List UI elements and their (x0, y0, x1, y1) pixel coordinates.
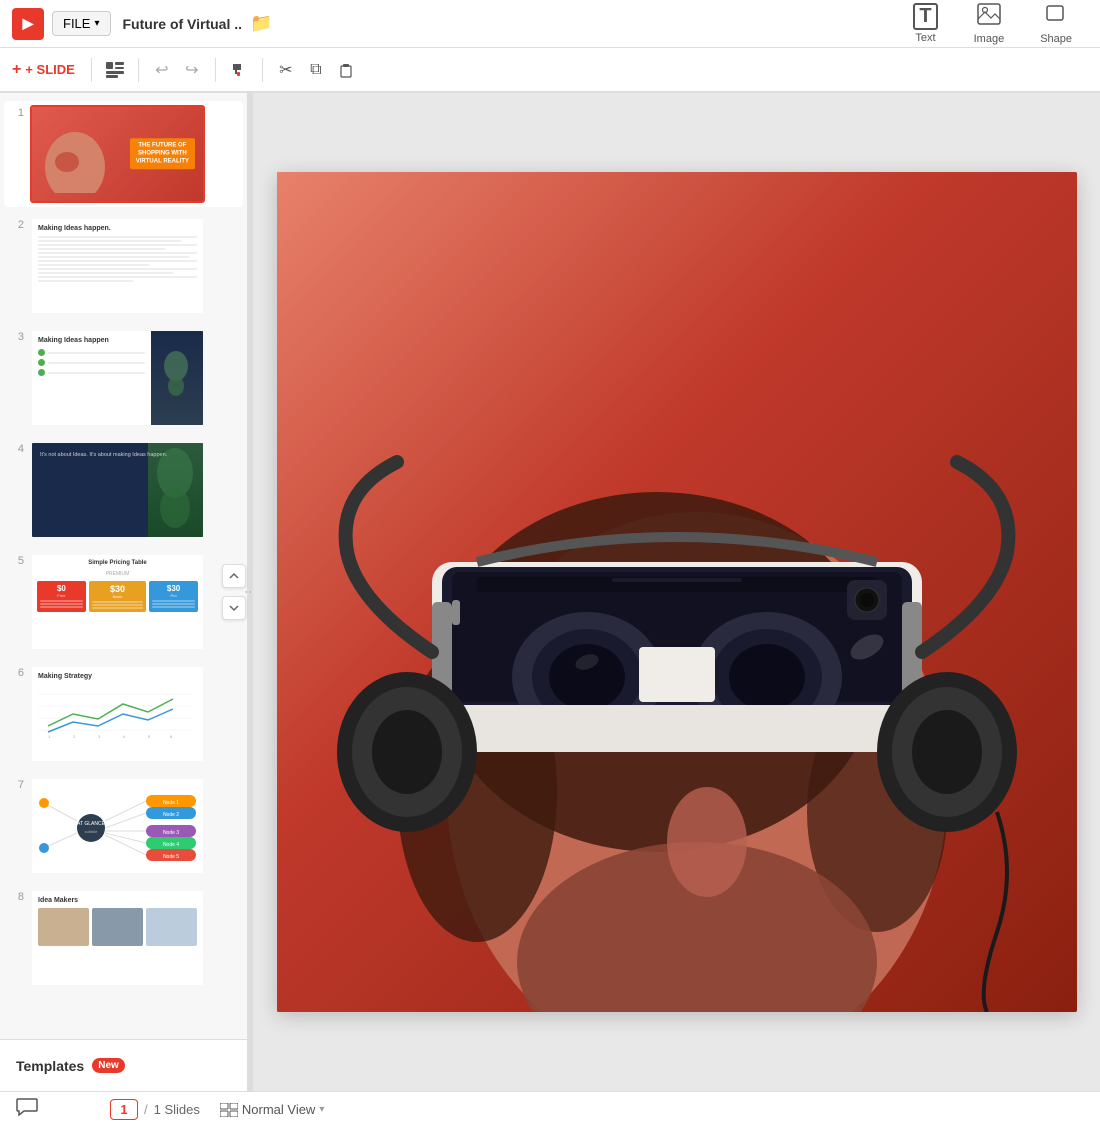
add-slide-button[interactable]: + + SLIDE (12, 61, 75, 79)
slide-item[interactable]: 8 Idea Makers (4, 885, 243, 991)
svg-text:5: 5 (148, 734, 151, 739)
slide-thumbnail: Idea Makers (30, 889, 205, 987)
new-badge: New (92, 1058, 125, 1073)
slide-item[interactable]: 2 Making Ideas happen. (4, 213, 243, 319)
page-indicator: 1 / 1 Slides (110, 1099, 200, 1120)
app-icon: ▶ (12, 8, 44, 40)
chat-button[interactable] (16, 1097, 38, 1122)
slide-number: 7 (8, 777, 24, 791)
folder-icon[interactable]: 📁 (250, 13, 272, 34)
shape-tool-button[interactable]: Shape (1024, 0, 1088, 51)
slide-item[interactable]: 5 Simple Pricing Table PREMIUM $0 Free (4, 549, 243, 655)
templates-button[interactable]: Templates New (0, 1039, 247, 1091)
slide-number: 5 (8, 553, 24, 567)
svg-text:3: 3 (98, 734, 101, 739)
image-tool-button[interactable]: Image (958, 0, 1021, 51)
canvas-area (253, 93, 1100, 1091)
plus-icon: + (12, 61, 21, 79)
normal-view-button[interactable]: Normal View ▾ (212, 1099, 332, 1120)
slide-item[interactable]: 4 It's not about Ideas. It's about makin… (4, 437, 243, 543)
normal-view-label: Normal View (242, 1102, 315, 1117)
shape-icon (1044, 3, 1068, 31)
layout-button[interactable] (100, 55, 130, 85)
panel-expand-top-button[interactable] (222, 564, 246, 588)
slide-thumbnail: Making Strategy 1 (30, 665, 205, 763)
svg-text:1: 1 (48, 734, 51, 739)
slide-panel: 1 THE FUTURE OFSHOPPING WITHVIRTUAL REAL… (0, 93, 248, 1091)
svg-text:Node 2: Node 2 (163, 812, 179, 818)
slide-number: 8 (8, 889, 24, 903)
slide-number: 1 (8, 105, 24, 119)
slide-number: 6 (8, 665, 24, 679)
status-bar: 1 / 1 Slides Normal View ▾ (0, 1091, 1100, 1127)
text-tool-label: Text (915, 32, 935, 44)
slide-item[interactable]: 7 AT GLANCE subtitle (4, 773, 243, 879)
image-tool-label: Image (974, 33, 1005, 45)
undo-button[interactable]: ↩ (147, 55, 177, 85)
svg-text:2: 2 (73, 734, 76, 739)
svg-text:Node 5: Node 5 (163, 854, 179, 860)
text-icon: T (913, 3, 937, 30)
main-slide[interactable] (277, 172, 1077, 1012)
slide-number: 4 (8, 441, 24, 455)
current-page[interactable]: 1 (110, 1099, 138, 1120)
file-button[interactable]: FILE ▾ (52, 11, 111, 36)
slide-thumbnail: Making Ideas happen (30, 329, 205, 427)
paint-format-button[interactable] (224, 55, 254, 85)
slide-item[interactable]: 6 Making Strategy (4, 661, 243, 767)
chevron-down-icon: ▾ (94, 18, 99, 29)
slide-thumbnail: Making Ideas happen. (30, 217, 205, 315)
normal-view-chevron: ▾ (319, 1104, 324, 1115)
svg-text:subtitle: subtitle (85, 829, 98, 834)
svg-text:4: 4 (123, 734, 126, 739)
slide-number: 3 (8, 329, 24, 343)
slide1-text: THE FUTURE OFSHOPPING WITHVIRTUAL REALIT… (130, 138, 195, 169)
cut-button[interactable]: ✂ (271, 55, 301, 85)
svg-text:Node 4: Node 4 (163, 842, 179, 848)
templates-label: Templates (16, 1058, 84, 1074)
copy-button[interactable]: ⧉ (301, 55, 331, 85)
panel-expand-bottom-button[interactable] (222, 596, 246, 620)
image-icon (977, 3, 1001, 31)
slides-list: 1 THE FUTURE OFSHOPPING WITHVIRTUAL REAL… (0, 93, 247, 1039)
slide-count: 1 Slides (154, 1102, 200, 1117)
slide-thumbnail: AT GLANCE subtitle Node 1 (30, 777, 205, 875)
document-title: Future of Virtual .. (123, 16, 243, 32)
slide-number: 2 (8, 217, 24, 231)
slide-thumbnail: It's not about Ideas. It's about making … (30, 441, 205, 539)
redo-button[interactable]: ↪ (177, 55, 207, 85)
svg-text:Node 1: Node 1 (163, 800, 179, 806)
page-separator: / (144, 1102, 148, 1117)
text-tool-button[interactable]: T Text (897, 0, 953, 50)
slide-item[interactable]: 3 Making Ideas happen (4, 325, 243, 431)
slide-thumbnail: Simple Pricing Table PREMIUM $0 Free $30… (30, 553, 205, 651)
svg-text:AT GLANCE: AT GLANCE (77, 821, 106, 827)
slide-item[interactable]: 1 THE FUTURE OFSHOPPING WITHVIRTUAL REAL… (4, 101, 243, 207)
shape-tool-label: Shape (1040, 33, 1072, 45)
paste-button[interactable] (331, 55, 361, 85)
slide-thumbnail: THE FUTURE OFSHOPPING WITHVIRTUAL REALIT… (30, 105, 205, 203)
svg-text:Node 3: Node 3 (163, 830, 179, 836)
svg-text:6: 6 (170, 734, 173, 739)
